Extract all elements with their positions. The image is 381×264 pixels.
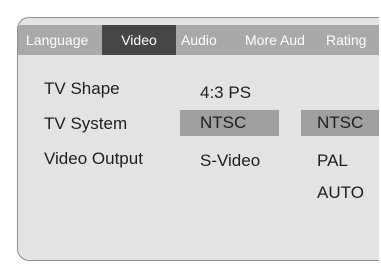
tab-audio[interactable]: Audio [181, 25, 217, 55]
tab-language[interactable]: Language [18, 25, 102, 55]
osd-setup-panel: Language Video Audio More Aud Rating TV … [17, 17, 379, 261]
setting-value-video-output[interactable]: S-Video [200, 148, 260, 174]
tab-rating[interactable]: Rating [326, 25, 366, 55]
option-ntsc[interactable]: NTSC [301, 110, 379, 136]
option-auto[interactable]: AUTO [317, 180, 364, 206]
option-pal[interactable]: PAL [317, 148, 348, 174]
setting-label-tv-shape: TV Shape [44, 79, 120, 98]
tab-more-audio[interactable]: More Aud [245, 25, 305, 55]
tab-bar: Language Video Audio More Aud Rating [18, 25, 379, 55]
setting-label-video-output: Video Output [44, 149, 143, 168]
tab-video[interactable]: Video [102, 25, 176, 55]
setting-label-tv-system: TV System [44, 114, 128, 133]
setting-value-tv-shape[interactable]: 4:3 PS [200, 80, 251, 106]
setting-value-tv-system[interactable]: NTSC [180, 110, 279, 136]
